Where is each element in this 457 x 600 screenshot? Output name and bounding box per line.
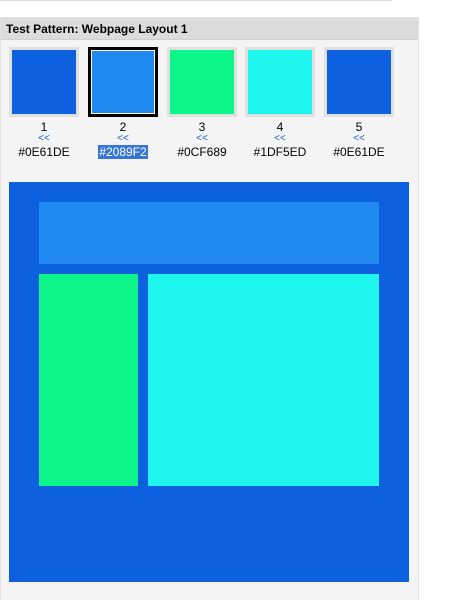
- swatch-4-number: 4: [276, 120, 284, 134]
- swatch-1-button[interactable]: [9, 47, 79, 117]
- swatch-1: 1 << #0E61DE: [7, 47, 81, 159]
- swatch-5-hex-text: #0E61DE: [333, 145, 385, 159]
- swatch-2-button[interactable]: [88, 47, 158, 117]
- swatch-3-back-link[interactable]: <<: [165, 134, 239, 144]
- swatch-3: 3 << #0CF689: [165, 47, 239, 159]
- swatch-1-hex-text: #0E61DE: [18, 145, 70, 159]
- swatch-4-color: [248, 50, 312, 114]
- swatch-5: 5 << #0E61DE: [322, 47, 396, 159]
- swatch-1-number: 1: [40, 120, 48, 134]
- swatch-3-hex: #0CF689: [165, 145, 239, 159]
- swatch-1-back-link[interactable]: <<: [7, 134, 81, 144]
- swatch-3-color: [170, 50, 234, 114]
- swatch-1-color: [12, 50, 76, 114]
- swatch-5-hex: #0E61DE: [322, 145, 396, 159]
- swatch-2-back-link[interactable]: <<: [86, 134, 160, 144]
- layout-preview: [9, 182, 409, 582]
- swatch-4-hex: #1DF5ED: [243, 145, 317, 159]
- swatch-3-button[interactable]: [167, 47, 237, 117]
- panel-title: Test Pattern: Webpage Layout 1: [1, 18, 418, 40]
- swatch-4-hex-text: #1DF5ED: [253, 145, 307, 159]
- swatch-2-hex-text: #2089F2: [98, 145, 148, 159]
- top-divider: [0, 0, 392, 1]
- swatch-5-color: [327, 50, 391, 114]
- swatch-2: 2 << #2089F2: [86, 47, 160, 159]
- layout-header-block: [39, 202, 379, 264]
- swatch-1-hex: #0E61DE: [7, 145, 81, 159]
- swatch-5-back-link[interactable]: <<: [322, 134, 396, 144]
- swatch-4-back-link[interactable]: <<: [243, 134, 317, 144]
- swatch-2-hex: #2089F2: [86, 145, 160, 159]
- swatch-2-number: 2: [119, 120, 127, 134]
- swatch-3-hex-text: #0CF689: [177, 145, 227, 159]
- swatch-5-button[interactable]: [324, 47, 394, 117]
- layout-content-block: [148, 274, 379, 486]
- swatch-4-button[interactable]: [245, 47, 315, 117]
- swatch-4: 4 << #1DF5ED: [243, 47, 317, 159]
- swatch-2-color: [91, 50, 155, 114]
- swatch-3-number: 3: [198, 120, 206, 134]
- layout-sidebar-block: [39, 274, 138, 486]
- swatch-5-number: 5: [355, 120, 363, 134]
